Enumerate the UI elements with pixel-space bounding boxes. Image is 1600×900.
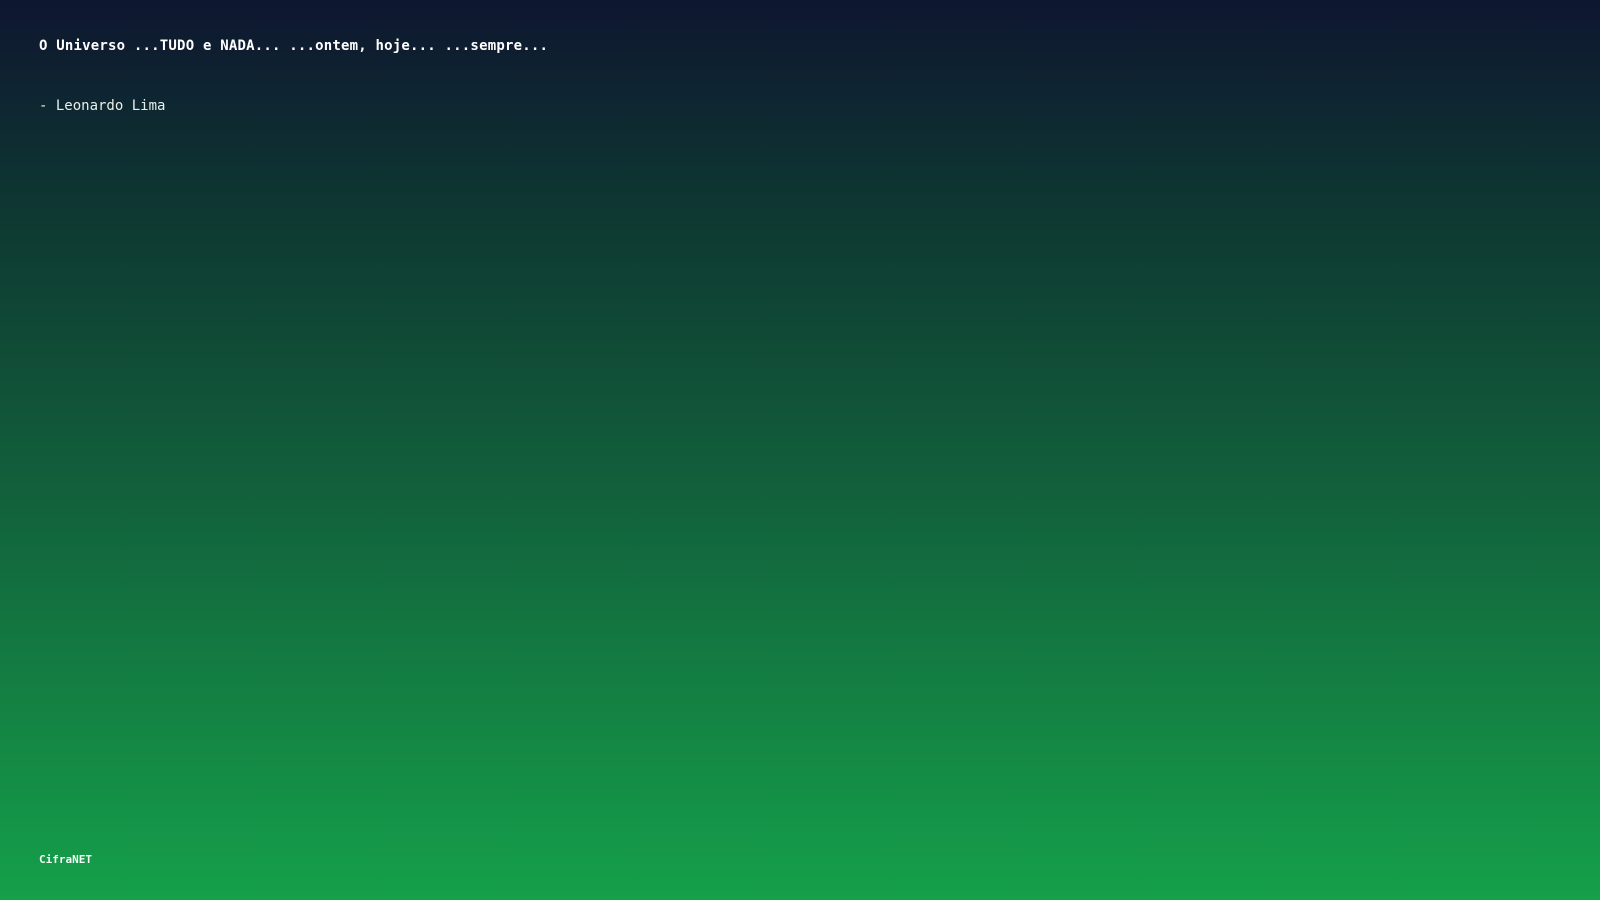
quote-text: O Universo ...TUDO e NADA... ...ontem, h…: [39, 38, 549, 54]
brand-label: CifraNET: [39, 853, 92, 866]
quote-author: - Leonardo Lima: [39, 98, 166, 114]
